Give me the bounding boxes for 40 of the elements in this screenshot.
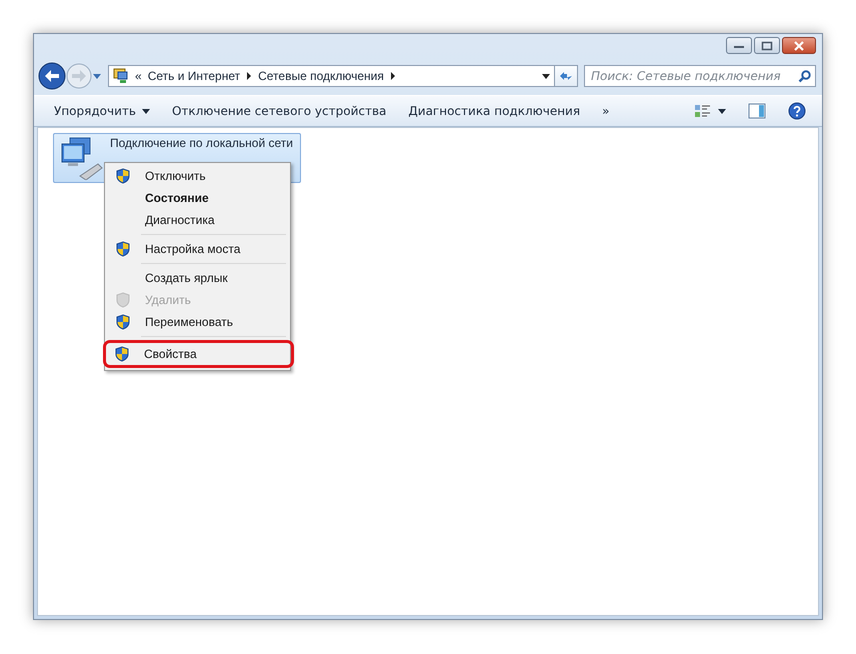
chevron-icon — [390, 72, 396, 80]
connection-name: Подключение по локальной сети — [110, 136, 293, 150]
breadcrumb-overflow[interactable]: « — [135, 69, 142, 83]
shield-icon — [115, 346, 129, 362]
menu-item[interactable]: Свойства — [103, 340, 294, 368]
shield-icon — [116, 168, 130, 184]
menu-item[interactable]: Создать ярлык — [107, 267, 288, 289]
breadcrumb[interactable]: Сеть и Интернет — [148, 69, 240, 83]
caret-icon — [142, 108, 150, 114]
refresh-icon — [559, 70, 573, 82]
menu-item[interactable]: Состояние — [107, 187, 288, 209]
address-bar[interactable]: « Сеть и Интернет Сетевые подключения — [108, 65, 555, 87]
menu-item[interactable]: Диагностика — [107, 209, 288, 231]
toolbar-button[interactable]: Диагностика подключения — [400, 100, 588, 122]
dropdown-icon[interactable] — [542, 74, 550, 78]
close-button[interactable] — [782, 37, 816, 54]
view-icon — [694, 104, 712, 118]
maximize-icon — [761, 40, 773, 50]
network-folder-icon — [113, 68, 129, 84]
help-icon — [788, 102, 806, 120]
menu-item[interactable]: Переименовать — [107, 311, 288, 333]
chevron-icon — [246, 72, 252, 80]
minimize-button[interactable] — [726, 37, 752, 54]
toolbar-button[interactable]: Отключение сетевого устройства — [164, 100, 394, 122]
maximize-button[interactable] — [754, 37, 780, 54]
pane-icon — [748, 103, 766, 119]
shield-icon — [116, 241, 130, 257]
shield-icon — [116, 314, 130, 330]
history-dropdown[interactable] — [92, 72, 102, 80]
caret-icon — [718, 108, 726, 114]
menu-item[interactable]: Настройка моста — [107, 238, 288, 260]
search-field[interactable]: Поиск: Сетевые подключения — [584, 65, 816, 87]
search-icon — [798, 70, 811, 82]
more-button[interactable]: » — [594, 100, 618, 122]
close-icon — [793, 40, 805, 50]
refresh-button[interactable] — [554, 65, 578, 87]
shield-icon — [116, 292, 130, 308]
toolbar-button[interactable]: Упорядочить — [46, 100, 158, 122]
breadcrumb[interactable]: Сетевые подключения — [258, 69, 384, 83]
back-button[interactable] — [38, 62, 66, 90]
